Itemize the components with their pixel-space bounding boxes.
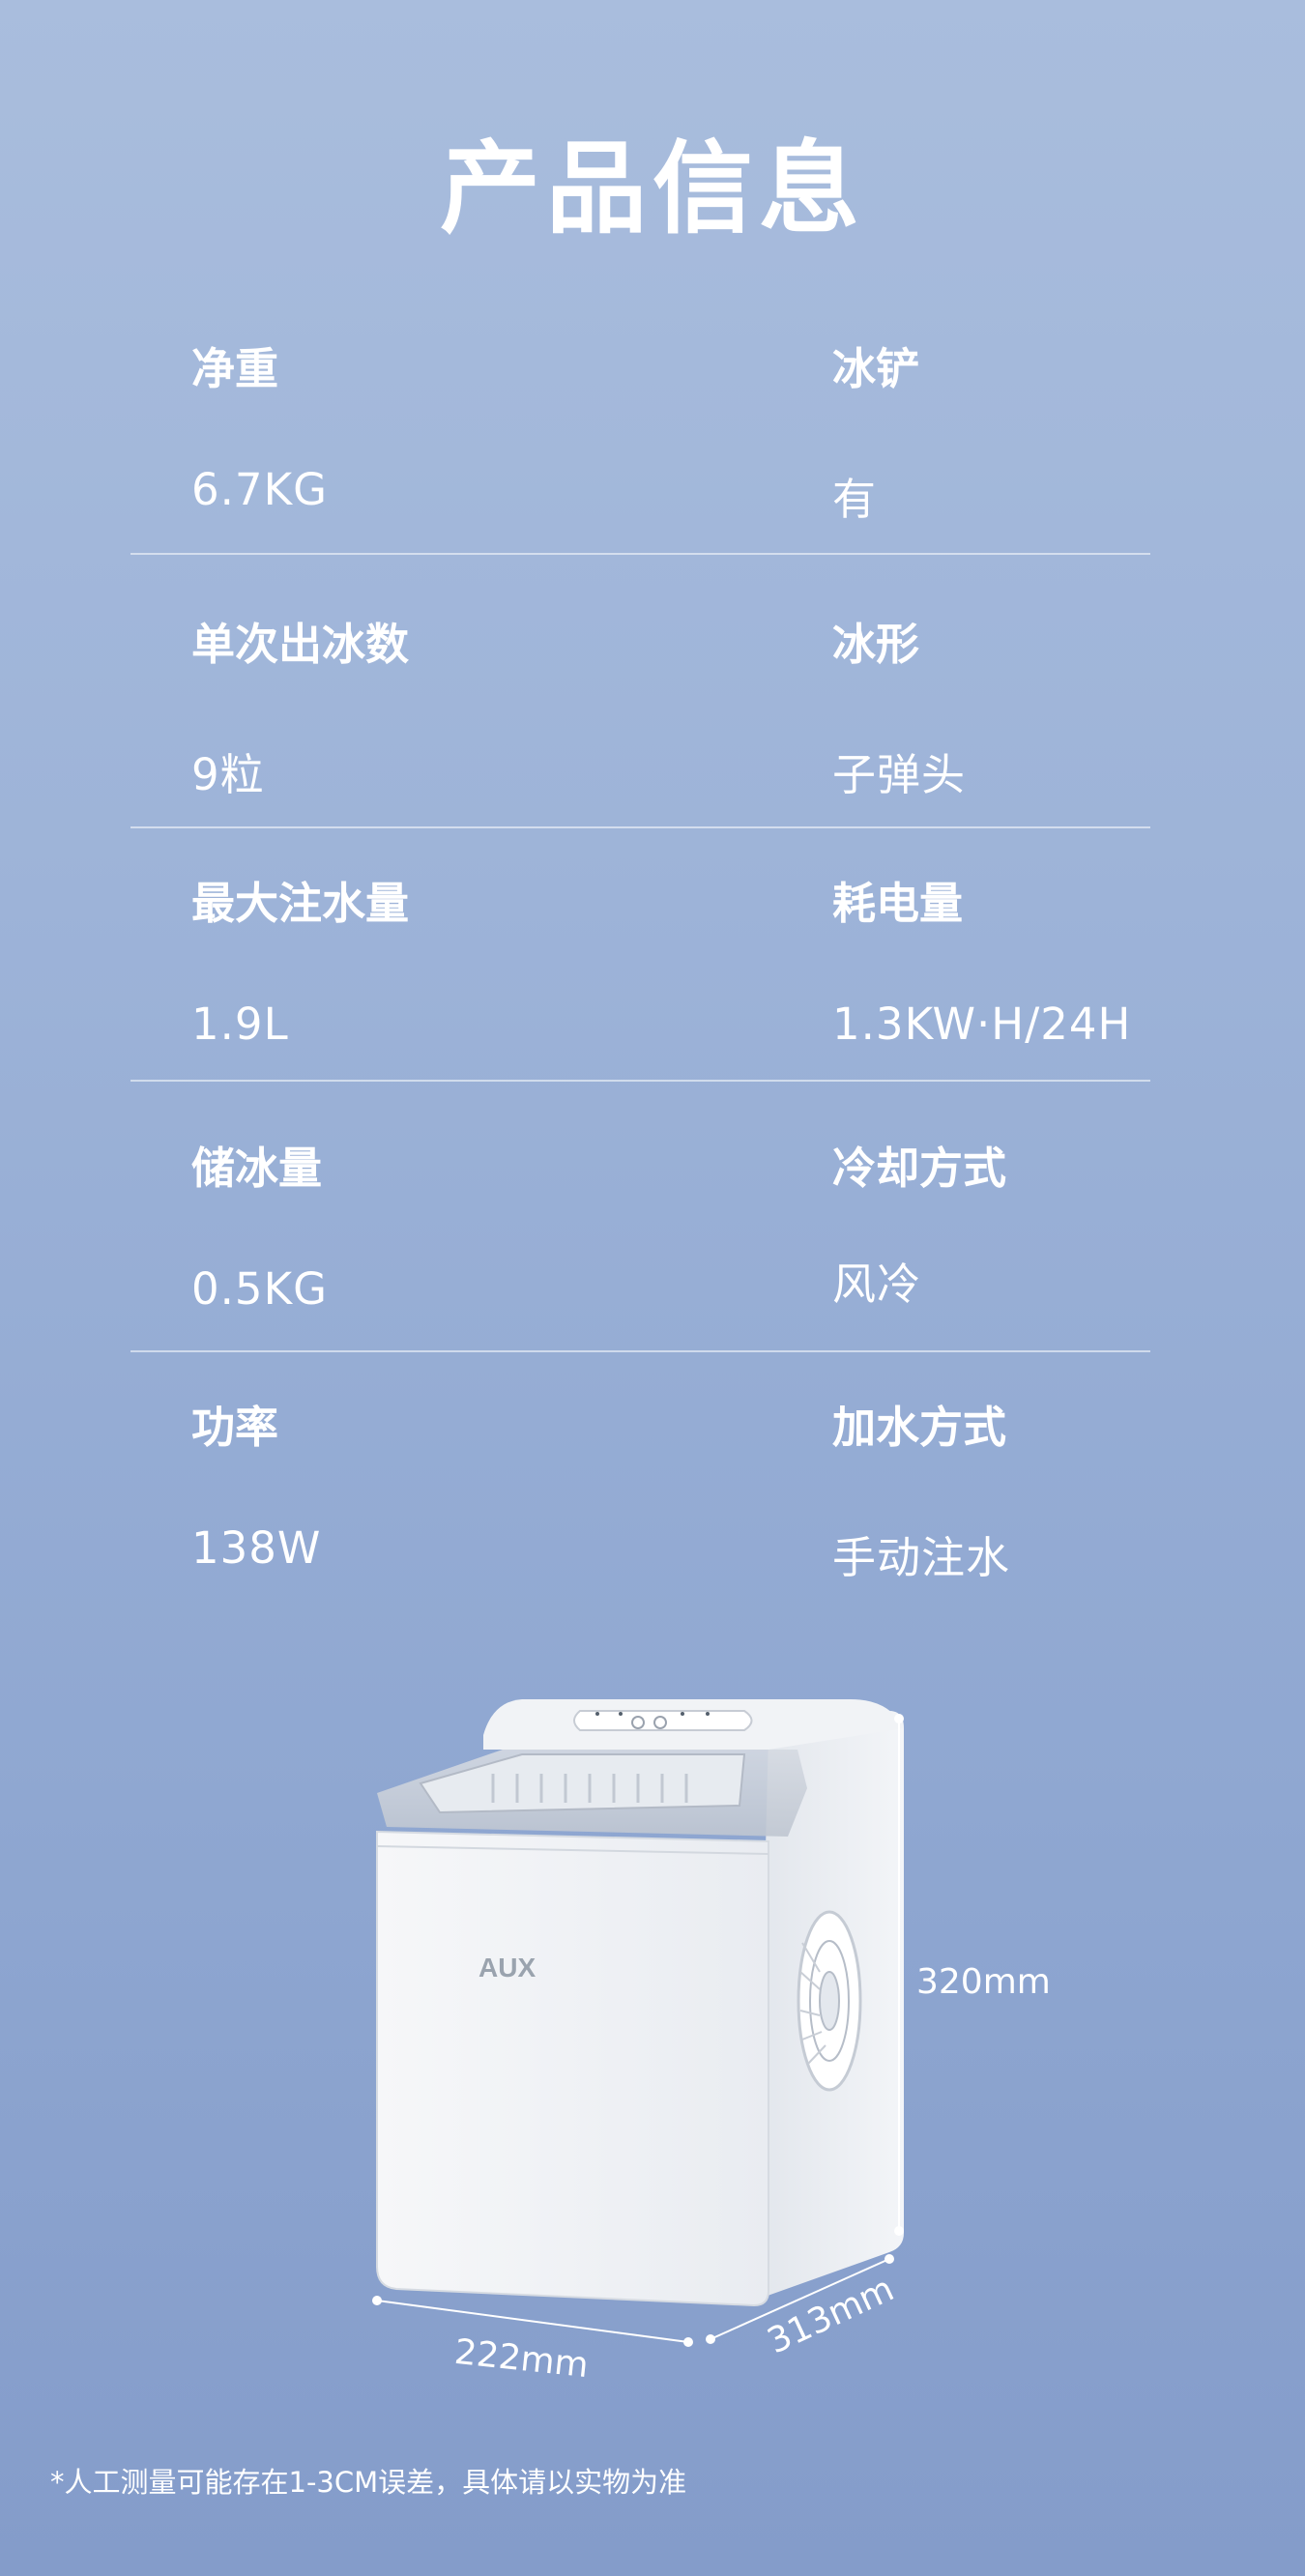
spec-item: 冰铲 有 [832, 333, 919, 527]
spec-label: 单次出冰数 [191, 619, 410, 670]
spec-label: 冰形 [832, 619, 920, 670]
spec-value: 6.7KG [191, 464, 328, 515]
height-label: 320mm [916, 1962, 1051, 2002]
width-dimension-line [376, 2300, 689, 2343]
spec-item: 净重 6.7KG [191, 333, 328, 515]
page-title: 产品信息 [439, 130, 865, 247]
spec-value: 138W [191, 1522, 322, 1574]
spec-row: 储冰量 0.5KG 冷却方式 风冷 [130, 1133, 1150, 1326]
spec-item: 功率 138W [191, 1392, 321, 1574]
divider [130, 826, 1150, 828]
spec-row: 单次出冰数 9粒 冰形 子弹头 [130, 609, 1150, 802]
footnote: *人工测量可能存在1-3CM误差，具体请以实物为准 [50, 2466, 687, 2499]
divider [130, 1080, 1150, 1082]
spec-item: 最大注水量 1.9L [191, 868, 409, 1050]
spec-label: 净重 [191, 343, 279, 394]
spec-row: 功率 138W 加水方式 手动注水 [130, 1392, 1150, 1585]
ice-maker-illustration: AUX [348, 1682, 1083, 2378]
size-button-icon [653, 1716, 667, 1729]
spec-value: 1.9L [191, 999, 289, 1050]
spec-label: 加水方式 [832, 1402, 1007, 1453]
divider [130, 1350, 1150, 1352]
spec-label: 储冰量 [191, 1143, 323, 1194]
spec-row: 净重 6.7KG 冰铲 有 [130, 333, 1150, 527]
spec-label: 冷却方式 [832, 1143, 1007, 1194]
spec-value: 0.5KG [191, 1263, 328, 1315]
spec-value: 1.3KW·H/24H [832, 999, 1132, 1050]
spec-item: 储冰量 0.5KG [191, 1133, 328, 1315]
divider [130, 553, 1150, 555]
spec-value: 有 [832, 474, 878, 525]
spec-label: 冰铲 [832, 343, 920, 394]
spec-item: 加水方式 手动注水 [832, 1392, 1010, 1585]
front-panel [376, 1830, 769, 2307]
spec-item: 冷却方式 风冷 [832, 1133, 1006, 1312]
spec-label: 最大注水量 [191, 878, 410, 929]
spec-row: 最大注水量 1.9L 耗电量 1.3KW·H/24H [130, 868, 1150, 1061]
spec-label: 功率 [191, 1402, 279, 1453]
power-button-icon [631, 1716, 645, 1729]
spec-value: 9粒 [191, 749, 265, 800]
spec-label: 耗电量 [832, 878, 964, 929]
spec-item: 单次出冰数 9粒 [191, 609, 409, 802]
spec-value: 手动注水 [832, 1532, 1011, 1583]
brand-logo: AUX [478, 1953, 536, 1983]
ice-maker-image: AUX [372, 1699, 904, 2347]
fan-vent-icon [797, 1910, 862, 2092]
spec-value: 风冷 [832, 1259, 922, 1310]
spec-value: 子弹头 [832, 749, 967, 800]
spec-item: 耗电量 1.3KW·H/24H [832, 868, 1131, 1050]
spec-item: 冰形 子弹头 [832, 609, 966, 802]
